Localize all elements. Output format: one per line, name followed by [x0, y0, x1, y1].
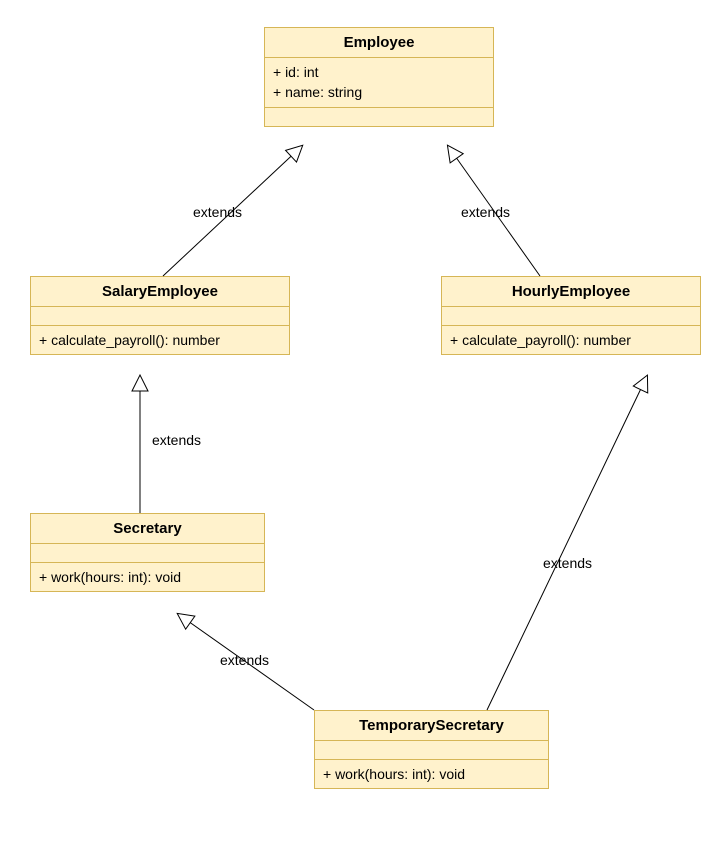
class-employee-methods — [265, 108, 493, 126]
class-hourly-employee-attrs — [442, 307, 700, 326]
attr-row: + id: int — [273, 62, 485, 82]
method-row: + work(hours: int): void — [39, 567, 256, 587]
class-salary-employee-title: SalaryEmployee — [31, 277, 289, 307]
attr-row: + name: string — [273, 82, 485, 102]
class-salary-employee-attrs — [31, 307, 289, 326]
relation-label: extends — [220, 652, 269, 668]
class-hourly-employee-title: HourlyEmployee — [442, 277, 700, 307]
class-temporary-secretary-title: TemporarySecretary — [315, 711, 548, 741]
class-secretary-methods: + work(hours: int): void — [31, 563, 264, 591]
class-temporary-secretary: TemporarySecretary + work(hours: int): v… — [314, 710, 549, 789]
class-employee-attrs: + id: int + name: string — [265, 58, 493, 108]
relation-label: extends — [193, 204, 242, 220]
class-salary-employee-methods: + calculate_payroll(): number — [31, 326, 289, 354]
class-secretary: Secretary + work(hours: int): void — [30, 513, 265, 592]
class-secretary-title: Secretary — [31, 514, 264, 544]
method-row: + work(hours: int): void — [323, 764, 540, 784]
relation-label: extends — [543, 555, 592, 571]
method-row: + calculate_payroll(): number — [39, 330, 281, 350]
method-row: + calculate_payroll(): number — [450, 330, 692, 350]
class-employee: Employee + id: int + name: string — [264, 27, 494, 127]
class-temporary-secretary-methods: + work(hours: int): void — [315, 760, 548, 788]
relation-label: extends — [461, 204, 510, 220]
class-salary-employee: SalaryEmployee + calculate_payroll(): nu… — [30, 276, 290, 355]
class-hourly-employee: HourlyEmployee + calculate_payroll(): nu… — [441, 276, 701, 355]
class-temporary-secretary-attrs — [315, 741, 548, 760]
class-employee-title: Employee — [265, 28, 493, 58]
relation-label: extends — [152, 432, 201, 448]
class-hourly-employee-methods: + calculate_payroll(): number — [442, 326, 700, 354]
class-secretary-attrs — [31, 544, 264, 563]
